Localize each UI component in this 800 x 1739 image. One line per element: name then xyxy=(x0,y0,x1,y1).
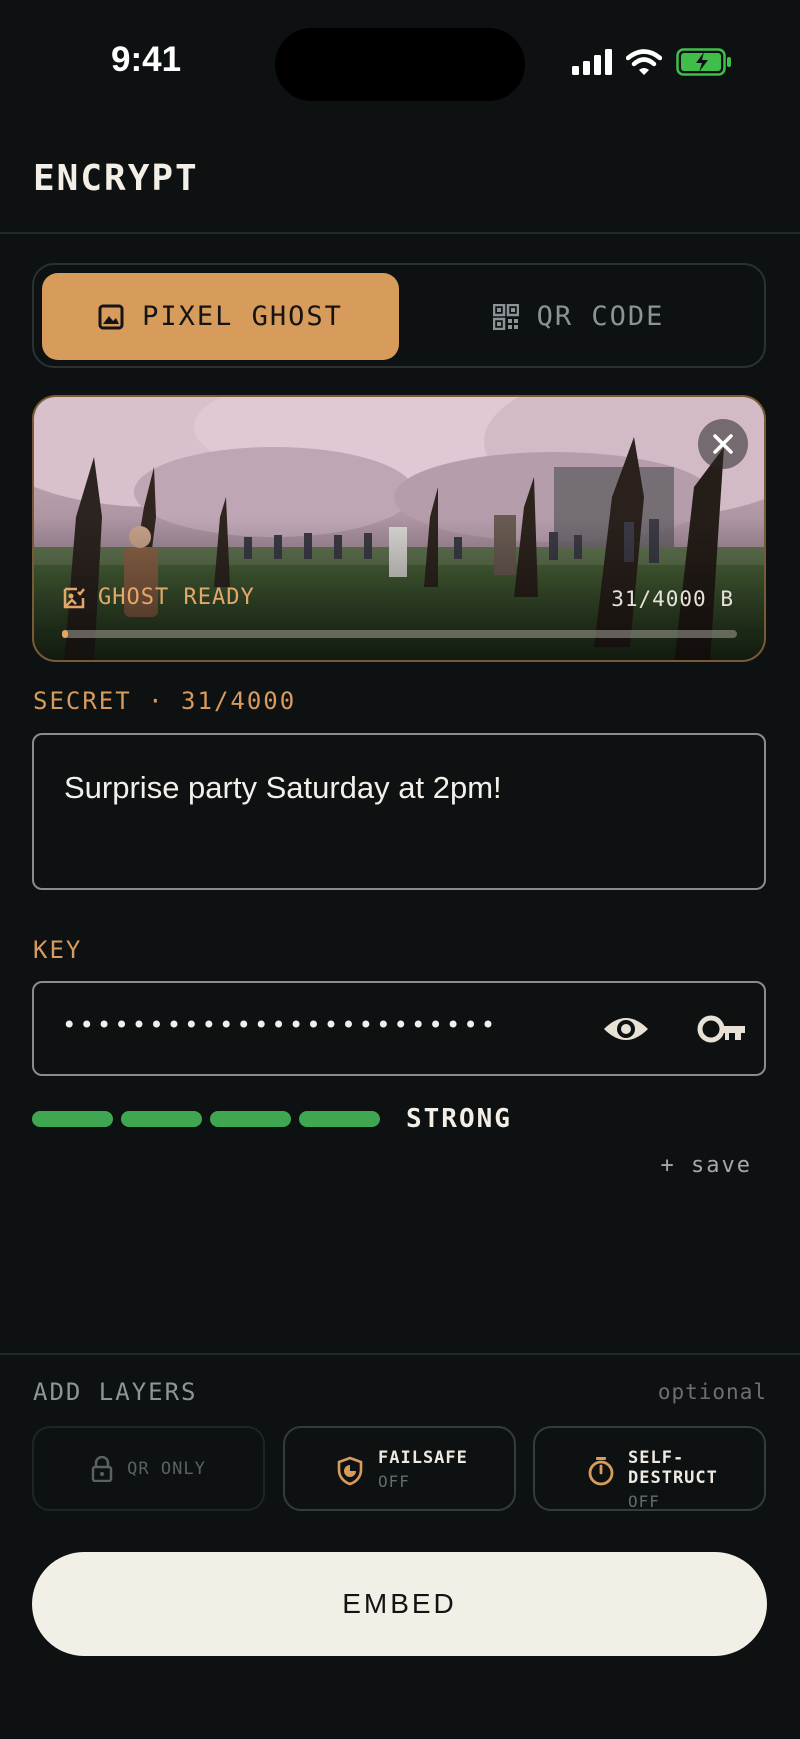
ghost-status: GHOST READY xyxy=(62,585,255,610)
shield-icon xyxy=(337,1456,363,1486)
wifi-icon xyxy=(626,49,662,75)
signal-icon xyxy=(572,49,612,75)
close-icon xyxy=(713,434,733,454)
layer-self-destruct[interactable]: SELF-DESTRUCT OFF xyxy=(533,1426,766,1511)
strength-label: STRONG xyxy=(406,1104,512,1134)
layer-text: SELF-DESTRUCT OFF xyxy=(628,1448,764,1511)
layer-state: OFF xyxy=(628,1492,660,1511)
image-icon xyxy=(98,304,124,329)
tab-pixel-ghost[interactable]: PIXEL GHOST xyxy=(42,273,399,360)
layer-state: OFF xyxy=(378,1472,410,1491)
secret-text: Surprise party Saturday at 2pm! xyxy=(64,770,502,805)
battery-charging-icon xyxy=(676,48,731,76)
eye-icon[interactable] xyxy=(602,1007,650,1051)
key-input[interactable]: ••••••••••••••••••••••••• xyxy=(32,981,766,1076)
strength-segment xyxy=(32,1111,113,1127)
status-icons xyxy=(572,48,732,76)
image-check-icon xyxy=(63,587,85,608)
carrier-image-card[interactable]: GHOST READY 31/4000 B xyxy=(32,395,766,662)
strength-segment xyxy=(210,1111,291,1127)
strength-segment xyxy=(299,1111,380,1127)
dynamic-island xyxy=(275,28,525,101)
status-time: 9:41 xyxy=(111,40,182,79)
embed-button[interactable]: EMBED xyxy=(32,1552,767,1656)
tab-label: PIXEL GHOST xyxy=(142,301,343,332)
key-strength-meter: STRONG xyxy=(32,1104,512,1134)
timer-icon xyxy=(588,1457,614,1486)
key-masked-value: ••••••••••••••••••••••••• xyxy=(62,1011,499,1039)
save-key-link[interactable]: + save xyxy=(661,1153,752,1178)
capacity-progress-bar xyxy=(62,630,737,638)
mode-toggle: PIXEL GHOST QR CODE xyxy=(32,263,766,368)
capacity-progress-fill xyxy=(62,630,69,638)
layer-name: FAILSAFE xyxy=(378,1448,468,1468)
secret-label: SECRET · 31/4000 xyxy=(33,687,297,715)
tab-qr-code[interactable]: QR CODE xyxy=(400,273,757,360)
strength-segment xyxy=(121,1111,202,1127)
carrier-photo xyxy=(34,397,764,660)
tab-label: QR CODE xyxy=(536,301,665,332)
key-label: KEY xyxy=(33,936,83,964)
ghost-status-label: GHOST READY xyxy=(98,585,255,610)
layer-text: FAILSAFE OFF xyxy=(378,1448,468,1491)
qr-icon xyxy=(492,303,519,330)
layer-failsafe[interactable]: FAILSAFE OFF xyxy=(283,1426,516,1511)
remove-image-button[interactable] xyxy=(698,419,748,469)
lock-icon xyxy=(91,1455,113,1482)
layers-optional-label: optional xyxy=(657,1380,767,1404)
layers-divider xyxy=(0,1353,800,1355)
page-title: ENCRYPT xyxy=(33,158,199,199)
header-divider xyxy=(0,232,800,234)
key-icon[interactable] xyxy=(697,1009,747,1049)
layers-title: ADD LAYERS xyxy=(33,1378,198,1406)
byte-count: 31/4000 B xyxy=(611,587,734,611)
layer-name: QR ONLY xyxy=(127,1458,206,1479)
layer-qr-only[interactable]: QR ONLY xyxy=(32,1426,265,1511)
secret-textarea[interactable]: Surprise party Saturday at 2pm! xyxy=(32,733,766,890)
layer-name: SELF-DESTRUCT xyxy=(628,1448,718,1488)
